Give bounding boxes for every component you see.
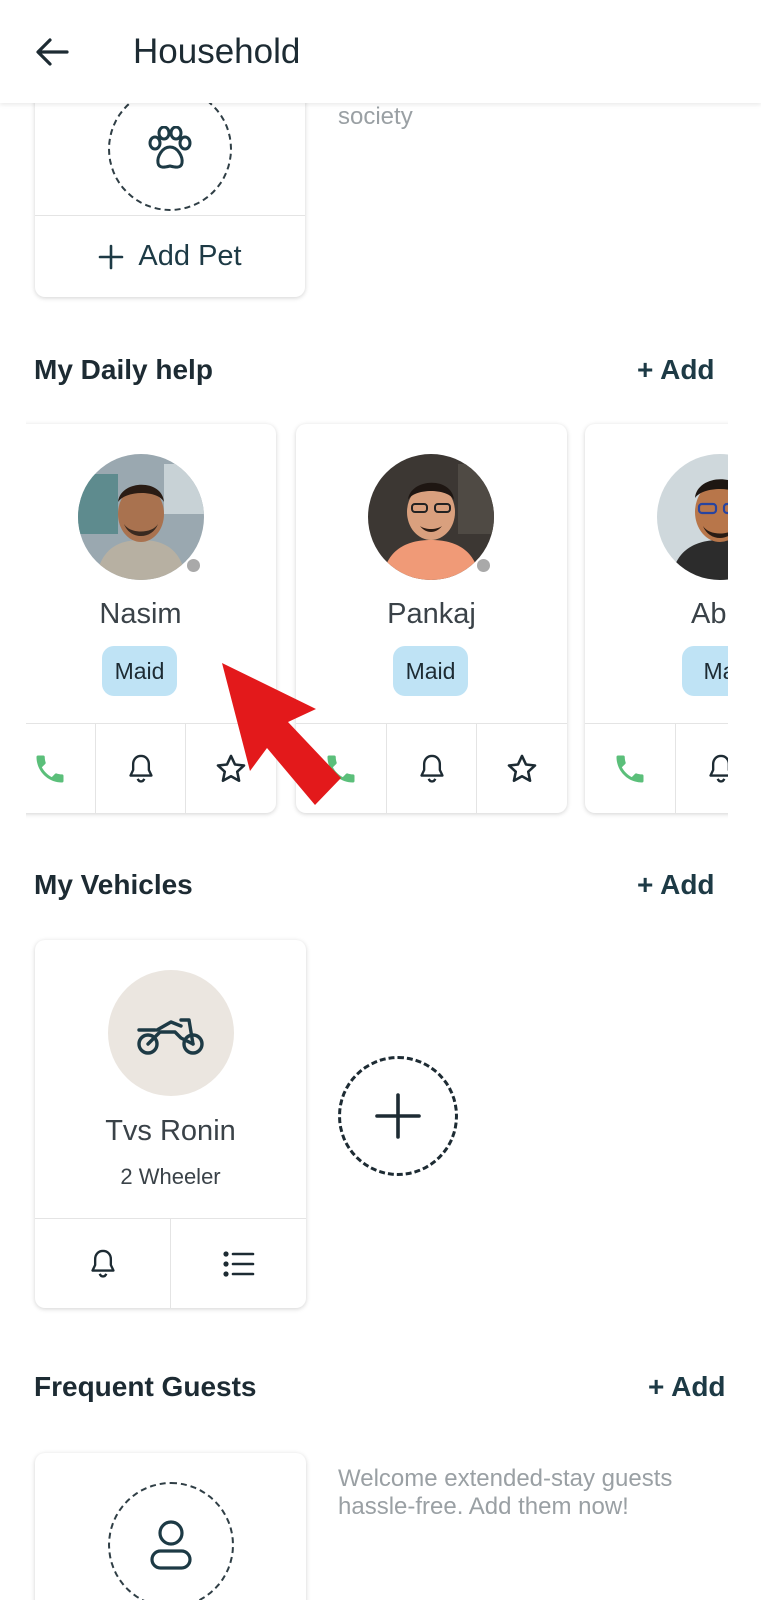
person-icon [150,1520,192,1570]
annotation-arrow-icon [222,663,341,805]
daily-help-name: Pankaj [387,598,476,630]
top-app-bar: Household [0,0,761,103]
status-dot [475,557,492,574]
plus-icon [99,244,124,269]
guests-note: Welcome extended-stay guests hassle-free… [338,1465,673,1520]
add-pet-label: Add Pet [138,240,242,272]
vehicle-avatar [108,970,234,1096]
vehicle-name: Tvs Ronin [105,1115,236,1147]
vehicle-log-button[interactable] [171,1219,306,1308]
daily-help-title: My Daily help [34,354,213,385]
daily-help-card[interactable]: Abh Ma [585,424,728,813]
daily-help-name: Nasim [99,598,182,630]
role-badge: Maid [102,646,177,696]
vehicle-actions [35,1218,306,1308]
daily-help-carousel[interactable]: Nasim Maid Pankaj Maid Ab M [26,420,728,820]
status-dot [185,557,202,574]
notify-button[interactable] [676,724,728,813]
avatar [657,454,728,580]
back-arrow-icon [36,38,69,66]
daily-help-name: Abh [691,598,728,630]
vehicles-title: My Vehicles [34,869,193,900]
bell-icon [90,1249,115,1278]
daily-help-actions [585,723,728,813]
guest-placeholder[interactable] [108,1482,234,1600]
bell-icon [128,754,153,783]
vehicle-notify-button[interactable] [35,1219,171,1308]
star-icon [507,754,537,782]
paw-icon [148,126,192,169]
motorbike-icon [137,1018,204,1055]
pet-note: society [338,103,413,130]
add-vehicle-button[interactable] [338,1056,458,1176]
favorite-button[interactable] [477,724,567,813]
role-badge: Ma [682,646,728,696]
page-title: Household [133,32,301,71]
guest-card [35,1453,306,1600]
phone-icon [36,755,64,782]
list-icon [222,1250,254,1277]
guests-title: Frequent Guests [34,1371,257,1402]
guests-add-button[interactable]: + Add [648,1371,726,1403]
add-pet-button[interactable]: Add Pet [35,216,305,297]
role-badge: Maid [393,646,468,696]
call-button[interactable] [26,724,96,813]
vehicle-card[interactable]: Tvs Ronin 2 Wheeler [35,940,306,1308]
back-button[interactable] [30,30,74,74]
bell-icon [419,754,444,783]
notify-button[interactable] [96,724,187,813]
vehicles-add-button[interactable]: + Add [637,869,715,901]
pet-placeholder[interactable] [108,87,232,211]
notify-button[interactable] [387,724,478,813]
bell-icon [708,754,728,783]
vehicle-type: 2 Wheeler [120,1164,221,1189]
plus-icon [375,1093,421,1139]
call-button[interactable] [585,724,676,813]
daily-help-add-button[interactable]: + Add [637,354,715,386]
phone-icon [616,755,644,782]
